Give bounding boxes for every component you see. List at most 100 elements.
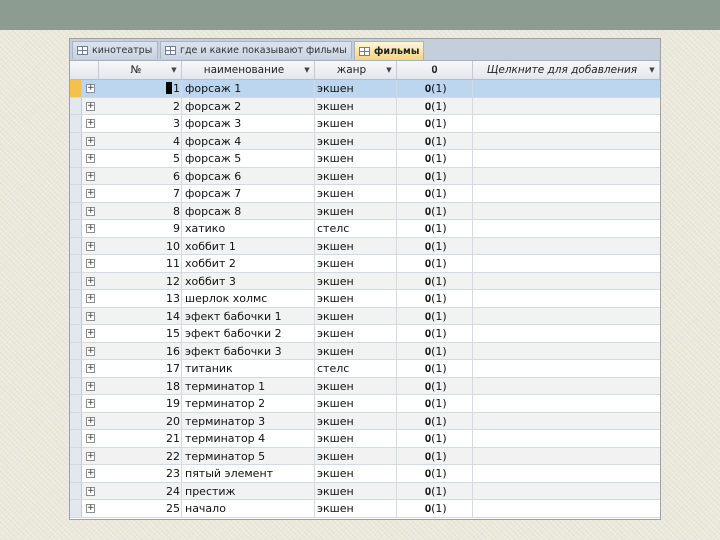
- row-selector[interactable]: [70, 307, 82, 324]
- cell-attachments[interactable]: 𝟎(1): [397, 97, 473, 114]
- cell-num[interactable]: 9: [99, 220, 182, 237]
- row-selector[interactable]: [70, 220, 82, 237]
- row-selector[interactable]: [70, 482, 82, 499]
- cell-genre[interactable]: экшен: [315, 412, 397, 429]
- row-selector[interactable]: [70, 115, 82, 132]
- chevron-down-icon[interactable]: ▼: [385, 66, 393, 74]
- cell-name[interactable]: титаник: [182, 360, 315, 377]
- cell-num[interactable]: 13: [99, 290, 182, 307]
- cell-name[interactable]: престиж: [182, 482, 315, 499]
- cell-num[interactable]: 11: [99, 255, 182, 272]
- cell-add[interactable]: [473, 500, 660, 517]
- table-row[interactable]: +25 начало экшен 𝟎(1): [70, 500, 660, 518]
- cell-genre[interactable]: экшен: [315, 290, 397, 307]
- cell-add[interactable]: [473, 115, 660, 132]
- table-row[interactable]: +2 форсаж 2 экшен 𝟎(1): [70, 97, 660, 115]
- expand-icon[interactable]: +: [86, 346, 95, 356]
- cell-attachments[interactable]: 𝟎(1): [397, 447, 473, 464]
- cell-add[interactable]: [473, 168, 660, 185]
- cell-genre[interactable]: стелс: [315, 360, 397, 377]
- table-row[interactable]: +17 титаник стелс 𝟎(1): [70, 360, 660, 378]
- expand-icon[interactable]: +: [86, 311, 95, 321]
- expand-icon[interactable]: +: [86, 224, 95, 233]
- table-row[interactable]: +11 хоббит 2 экшен 𝟎(1): [70, 255, 660, 273]
- cell-genre[interactable]: экшен: [315, 447, 397, 464]
- cell-add[interactable]: [473, 395, 660, 412]
- tab-films[interactable]: фильмы: [354, 41, 424, 60]
- cell-genre[interactable]: экшен: [315, 272, 397, 289]
- expand-icon[interactable]: +: [86, 259, 95, 268]
- cell-num[interactable]: 5: [99, 150, 182, 167]
- cell-num[interactable]: 19: [99, 395, 182, 412]
- cell-name[interactable]: хатико: [182, 220, 315, 237]
- row-selector[interactable]: [70, 395, 82, 412]
- table-row[interactable]: +9 хатико стелс 𝟎(1): [70, 220, 660, 238]
- cell-num[interactable]: 3: [99, 115, 182, 132]
- table-row[interactable]: +6 форсаж 6 экшен 𝟎(1): [70, 167, 660, 185]
- row-selector[interactable]: [70, 500, 82, 517]
- cell-name[interactable]: форсаж 8: [182, 202, 315, 219]
- cell-num[interactable]: 6: [99, 167, 182, 184]
- cell-genre[interactable]: экшен: [315, 500, 397, 517]
- expand-icon[interactable]: +: [86, 451, 95, 461]
- cell-add[interactable]: [473, 483, 660, 500]
- cell-num[interactable]: 14: [99, 307, 182, 324]
- column-header-add[interactable]: Щелкните для добавления ▼: [473, 61, 660, 79]
- cell-attachments[interactable]: 𝟎(1): [397, 220, 473, 237]
- table-row[interactable]: +21 терминатор 4 экшен 𝟎(1): [70, 430, 660, 448]
- cell-num[interactable]: 17: [99, 360, 182, 377]
- cell-attachments[interactable]: 𝟎(1): [397, 167, 473, 184]
- table-row[interactable]: +20 терминатор 3 экшен 𝟎(1): [70, 412, 660, 430]
- cell-name[interactable]: хоббит 2: [182, 255, 315, 272]
- cell-num[interactable]: 12: [99, 272, 182, 289]
- table-row[interactable]: +23 пятый элемент экшен 𝟎(1): [70, 465, 660, 483]
- cell-genre[interactable]: экшен: [315, 430, 397, 447]
- expand-icon[interactable]: +: [86, 416, 95, 426]
- expand-icon[interactable]: +: [86, 276, 95, 286]
- cell-name[interactable]: терминатор 5: [182, 447, 315, 464]
- expand-icon[interactable]: +: [86, 101, 95, 111]
- cell-genre[interactable]: экшен: [315, 150, 397, 167]
- expand-icon[interactable]: +: [86, 364, 95, 373]
- expand-icon[interactable]: +: [86, 329, 95, 338]
- row-selector[interactable]: [70, 465, 82, 482]
- cell-attachments[interactable]: 𝟎(1): [397, 115, 473, 132]
- table-row[interactable]: +16 эфект бабочки 3 экшен 𝟎(1): [70, 342, 660, 360]
- cell-attachments[interactable]: 𝟎(1): [397, 430, 473, 447]
- cell-num[interactable]: 21: [99, 430, 182, 447]
- cell-genre[interactable]: экшен: [315, 377, 397, 394]
- cell-name[interactable]: пятый элемент: [182, 465, 315, 482]
- row-selector[interactable]: [70, 325, 82, 342]
- cell-genre[interactable]: экшен: [315, 395, 397, 412]
- header-selector[interactable]: [70, 61, 99, 79]
- cell-attachments[interactable]: 𝟎(1): [397, 202, 473, 219]
- cell-add[interactable]: [473, 185, 660, 202]
- cell-add[interactable]: [473, 150, 660, 167]
- expand-icon[interactable]: +: [86, 84, 95, 93]
- expand-icon[interactable]: +: [86, 294, 95, 303]
- tab-showtimes[interactable]: где и какие показывают фильмы: [160, 41, 352, 59]
- cell-genre[interactable]: экшен: [315, 237, 397, 254]
- table-row[interactable]: +7 форсаж 7 экшен 𝟎(1): [70, 185, 660, 203]
- expand-icon[interactable]: +: [86, 154, 95, 163]
- cell-attachments[interactable]: 𝟎(1): [397, 80, 473, 97]
- row-selector[interactable]: [70, 412, 82, 429]
- cell-add[interactable]: [473, 203, 660, 220]
- cell-name[interactable]: терминатор 2: [182, 395, 315, 412]
- row-selector[interactable]: [70, 185, 82, 202]
- row-selector[interactable]: [70, 97, 82, 114]
- table-row[interactable]: +10 хоббит 1 экшен 𝟎(1): [70, 237, 660, 255]
- tab-cinemas[interactable]: кинотеатры: [72, 41, 158, 59]
- table-row[interactable]: +12 хоббит 3 экшен 𝟎(1): [70, 272, 660, 290]
- expand-icon[interactable]: +: [86, 189, 95, 198]
- cell-attachments[interactable]: 𝟎(1): [397, 185, 473, 202]
- expand-icon[interactable]: +: [86, 381, 95, 391]
- expand-icon[interactable]: +: [86, 136, 95, 146]
- row-selector[interactable]: [70, 255, 82, 272]
- table-row[interactable]: +22 терминатор 5 экшен 𝟎(1): [70, 447, 660, 465]
- cell-attachments[interactable]: 𝟎(1): [397, 342, 473, 359]
- cell-name[interactable]: форсаж 4: [182, 132, 315, 149]
- column-header-attachments[interactable]: 𝟎: [397, 61, 473, 79]
- cell-name[interactable]: форсаж 1: [182, 80, 315, 97]
- expand-icon[interactable]: +: [86, 504, 95, 513]
